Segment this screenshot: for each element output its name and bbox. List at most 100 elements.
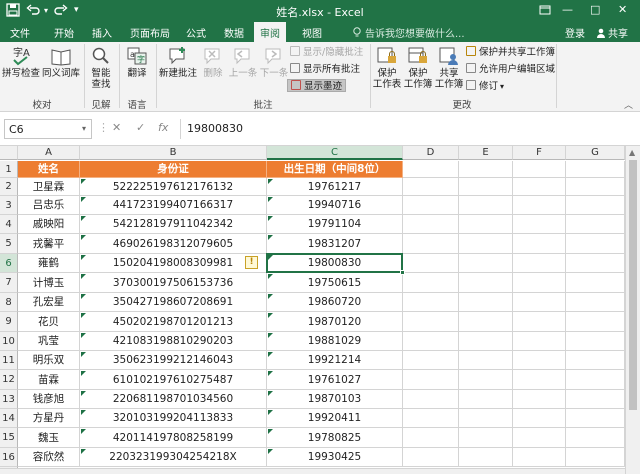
empty-cell[interactable] xyxy=(513,254,566,273)
empty-cell[interactable] xyxy=(403,293,459,312)
previous-comment-button[interactable]: 上一条 xyxy=(228,46,258,79)
table-cell-a[interactable]: 戚映阳 xyxy=(18,215,80,234)
empty-cell[interactable] xyxy=(513,448,566,467)
table-cell-b[interactable]: 220323199304254218X xyxy=(80,448,267,467)
empty-cell[interactable] xyxy=(513,293,566,312)
tab-home[interactable]: 开始 xyxy=(54,25,74,40)
tab-data[interactable]: 数据 xyxy=(224,25,244,40)
table-cell-a[interactable]: 计博玉 xyxy=(18,273,80,293)
table-cell-a[interactable]: 方星丹 xyxy=(18,409,80,428)
table-cell-a[interactable]: 魏玉 xyxy=(18,428,80,448)
empty-cell[interactable] xyxy=(566,448,625,467)
table-cell-b[interactable]: 542128197911042342 xyxy=(80,215,267,234)
share-button[interactable]: 共享 xyxy=(596,25,628,40)
table-cell-b[interactable]: 220681198701034560 xyxy=(80,390,267,409)
empty-cell[interactable] xyxy=(513,196,566,215)
empty-cell[interactable] xyxy=(403,178,459,196)
empty-cell[interactable] xyxy=(566,332,625,351)
table-cell-a[interactable]: 卫星霖 xyxy=(18,178,80,196)
tell-me-search[interactable]: 告诉我您想要做什么... xyxy=(352,25,465,40)
row-header-12[interactable]: 12 xyxy=(0,370,18,390)
empty-cell[interactable] xyxy=(459,178,513,196)
tab-formulas[interactable]: 公式 xyxy=(186,25,206,40)
empty-cell[interactable] xyxy=(566,254,625,273)
empty-cell[interactable] xyxy=(459,293,513,312)
empty-cell[interactable] xyxy=(403,351,459,370)
empty-cell[interactable] xyxy=(513,332,566,351)
name-box-dropdown-icon[interactable]: ▾ xyxy=(82,124,86,133)
table-cell-a[interactable]: 容欣然 xyxy=(18,448,80,467)
table-cell-c[interactable]: 19750615 xyxy=(267,273,403,293)
protect-workbook-button[interactable]: 保护 工作簿 xyxy=(403,46,433,90)
table-cell-c[interactable]: 19930425 xyxy=(267,448,403,467)
row-header-1[interactable]: 1 xyxy=(0,161,18,178)
table-cell-a[interactable]: 吕忠乐 xyxy=(18,196,80,215)
formula-input[interactable]: 19800830 xyxy=(180,119,636,139)
empty-cell[interactable] xyxy=(513,390,566,409)
insert-function-icon[interactable]: fx xyxy=(158,121,168,134)
table-cell-c[interactable]: 19940716 xyxy=(267,196,403,215)
empty-cell[interactable] xyxy=(513,312,566,332)
show-all-comments-button[interactable]: 显示所有批注 xyxy=(290,63,360,76)
column-header-e[interactable]: E xyxy=(459,146,513,160)
table-cell-c[interactable]: 19920411 xyxy=(267,409,403,428)
table-cell-c[interactable]: 19761027 xyxy=(267,370,403,390)
delete-comment-button[interactable]: 删除 xyxy=(200,46,226,79)
empty-cell[interactable] xyxy=(513,161,566,178)
row-header-7[interactable]: 7 xyxy=(0,273,18,293)
empty-cell[interactable] xyxy=(513,273,566,293)
empty-cell[interactable] xyxy=(403,370,459,390)
row-header-3[interactable]: 3 xyxy=(0,196,18,215)
select-all-corner[interactable] xyxy=(0,146,18,160)
empty-cell[interactable] xyxy=(459,390,513,409)
empty-cell[interactable] xyxy=(459,332,513,351)
empty-cell[interactable] xyxy=(513,178,566,196)
empty-cell[interactable] xyxy=(403,332,459,351)
table-cell-a[interactable]: 戎馨平 xyxy=(18,234,80,254)
collapse-ribbon-icon[interactable]: ︿ xyxy=(624,98,633,111)
table-cell-b[interactable]: 522225197612176132 xyxy=(80,178,267,196)
tab-review[interactable]: 审阅 xyxy=(254,22,286,42)
empty-cell[interactable] xyxy=(566,409,625,428)
empty-cell[interactable] xyxy=(459,312,513,332)
row-header-5[interactable]: 5 xyxy=(0,234,18,254)
table-cell-c[interactable]: 19921214 xyxy=(267,351,403,370)
empty-cell[interactable] xyxy=(513,428,566,448)
table-cell-b[interactable]: 320103199204113833 xyxy=(80,409,267,428)
row-header-4[interactable]: 4 xyxy=(0,215,18,234)
table-cell-a[interactable]: 雍鹤 xyxy=(18,254,80,273)
table-cell-c[interactable]: 19831207 xyxy=(267,234,403,254)
table-cell-a[interactable]: 巩莹 xyxy=(18,332,80,351)
tab-page-layout[interactable]: 页面布局 xyxy=(130,25,170,40)
column-header-f[interactable]: F xyxy=(513,146,566,160)
empty-cell[interactable] xyxy=(403,196,459,215)
spell-check-button[interactable]: 字A 拼写检查 xyxy=(2,46,40,79)
row-header-11[interactable]: 11 xyxy=(0,351,18,370)
empty-cell[interactable] xyxy=(513,234,566,254)
restore-icon[interactable] xyxy=(538,3,552,20)
scrollbar-thumb[interactable] xyxy=(629,160,637,410)
table-cell-b[interactable]: 370300197506153736 xyxy=(80,273,267,293)
empty-cell[interactable] xyxy=(566,293,625,312)
table-cell-a[interactable]: 钱彦旭 xyxy=(18,390,80,409)
row-header-10[interactable]: 10 xyxy=(0,332,18,351)
vertical-scrollbar[interactable]: ▲ xyxy=(625,146,640,474)
row-header-13[interactable]: 13 xyxy=(0,390,18,409)
table-cell-b[interactable]: 469026198312079605 xyxy=(80,234,267,254)
empty-cell[interactable] xyxy=(566,351,625,370)
empty-cell[interactable] xyxy=(459,428,513,448)
empty-cell[interactable] xyxy=(403,234,459,254)
empty-cell[interactable] xyxy=(566,273,625,293)
table-cell-b[interactable]: 420114197808258199 xyxy=(80,428,267,448)
row-header-16[interactable]: 16 xyxy=(0,448,18,467)
empty-cell[interactable] xyxy=(513,370,566,390)
empty-cell[interactable] xyxy=(566,196,625,215)
table-cell-c[interactable]: 19870103 xyxy=(267,390,403,409)
show-ink-button[interactable]: 显示墨迹 xyxy=(287,79,347,92)
table-cell-c[interactable]: 19860720 xyxy=(267,293,403,312)
worksheet-grid[interactable]: ABCDEFG1234567891011121314151617姓名身份证出生日… xyxy=(0,146,625,468)
tab-file[interactable]: 文件 xyxy=(10,25,30,40)
empty-cell[interactable] xyxy=(403,161,459,178)
table-cell-c[interactable]: 19881029 xyxy=(267,332,403,351)
empty-cell[interactable] xyxy=(566,234,625,254)
